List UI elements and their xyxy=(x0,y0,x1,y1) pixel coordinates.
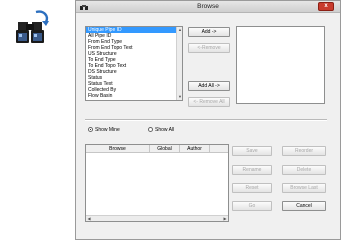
radio-unchecked-icon[interactable] xyxy=(148,127,153,133)
add-all-button[interactable]: Add All -> xyxy=(188,81,230,91)
scroll-down-icon[interactable]: ▼ xyxy=(177,94,182,100)
remove-button[interactable]: <-Remove xyxy=(188,43,230,53)
scroll-left-icon[interactable]: ◀ xyxy=(86,216,92,222)
show-all-label: Show All xyxy=(155,127,175,133)
add-button[interactable]: Add -> xyxy=(188,27,230,37)
cancel-button[interactable]: Cancel xyxy=(282,201,326,211)
column-header-browse[interactable]: Browse xyxy=(86,145,150,153)
field-list[interactable]: Unique Pipe ID All Pipe ID From End Type… xyxy=(85,26,183,101)
close-button[interactable]: x xyxy=(318,2,334,11)
scroll-right-icon[interactable]: ▶ xyxy=(222,216,228,222)
show-mine-label: Show Mine xyxy=(95,127,120,133)
selected-fields-list[interactable] xyxy=(236,26,325,104)
table-header: Browse Global Author xyxy=(86,145,228,153)
reorder-button[interactable]: Reorder xyxy=(282,146,326,156)
browse-dialog: Browse x Unique Pipe ID All Pipe ID From… xyxy=(75,0,341,240)
rename-button[interactable]: Rename xyxy=(232,165,272,175)
remove-all-button[interactable]: <- Remove All xyxy=(188,97,230,107)
save-button[interactable]: Save xyxy=(232,146,272,156)
show-all-option[interactable]: Show All xyxy=(148,126,174,134)
column-header-global[interactable]: Global xyxy=(150,145,180,153)
delete-button[interactable]: Delete xyxy=(282,165,326,175)
column-header-author[interactable]: Author xyxy=(180,145,210,153)
radio-checked-icon[interactable] xyxy=(88,127,93,133)
go-button[interactable]: Go xyxy=(232,201,272,211)
field-list-item[interactable]: Flow Basin xyxy=(86,93,182,99)
browse-last-button[interactable]: Browse Last xyxy=(282,183,326,193)
divider xyxy=(85,119,327,121)
title-bar[interactable]: Browse x xyxy=(76,1,340,13)
binoculars-arrow-icon[interactable] xyxy=(14,8,50,46)
show-mine-option[interactable]: Show Mine xyxy=(88,126,120,134)
table-scrollbar[interactable]: ◀ ▶ xyxy=(86,215,228,221)
scroll-up-icon[interactable]: ▲ xyxy=(177,27,182,33)
dialog-title: Browse xyxy=(197,3,219,10)
saved-browses-table[interactable]: Browse Global Author ◀ ▶ xyxy=(85,144,229,222)
reset-button[interactable]: Reset xyxy=(232,183,272,193)
field-list-scrollbar[interactable]: ▲ ▼ xyxy=(176,27,182,100)
